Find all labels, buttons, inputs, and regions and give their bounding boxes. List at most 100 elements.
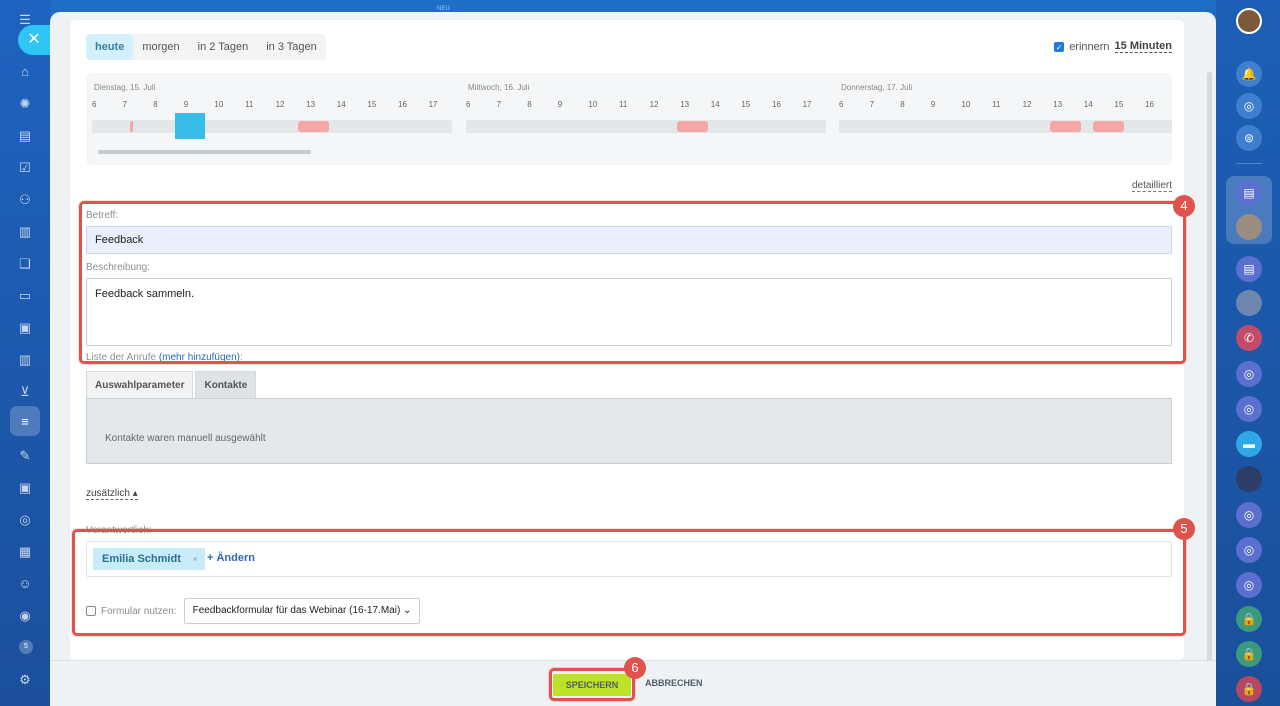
remind-label: erinnern [1069,40,1110,53]
home-icon[interactable]: ⌂ [16,64,34,80]
robot-icon[interactable]: ☺ [16,576,34,592]
close-button[interactable]: ✕ [18,25,50,55]
filter-icon[interactable]: ≡ [16,414,34,430]
busy-slot [1093,121,1124,132]
chart-icon[interactable]: ▥ [16,352,34,368]
lock-icon-3[interactable]: 🔒 [1236,676,1262,702]
timeline-hour-label: 9 [930,100,936,109]
lock-icon[interactable]: 🔒 [1236,606,1262,632]
tasks-icon[interactable]: ☑ [16,160,34,176]
tab-contacts[interactable]: Kontakte [195,371,257,399]
timeline-hour-label: 15 [367,100,377,109]
timeline-hour-label: 17 [802,100,812,109]
right-sidebar: 🔔 ◎ ⊜ ▤ ▤ ✆ ◎ ◎ ▬ ◎ ◎ ◎ 🔒 🔒 🔒 [1216,0,1280,706]
busy-slot [1050,121,1081,132]
cart-icon[interactable]: ⊻ [16,384,34,400]
user-avatar[interactable] [1236,8,1262,34]
selected-time-slot[interactable] [175,113,205,139]
timeline-hour-label: 6 [466,100,471,109]
target-icon[interactable]: ◎ [16,512,34,528]
phone-icon[interactable]: ✆ [1236,325,1262,351]
cancel-button[interactable]: ABBRECHEN [645,678,703,688]
group-avatar[interactable] [1236,290,1262,316]
tab-in-3-days[interactable]: in 3 Tagen [257,34,326,60]
timeline-hour-label: 7 [869,100,875,109]
timeline-hour-label: 14 [336,100,346,109]
timeline-hour-label: 8 [900,100,905,109]
tab-in-2-days[interactable]: in 2 Tagen [189,34,258,60]
timeline-hour-label: 12 [1022,100,1032,109]
settings-icon[interactable]: ⚙ [16,672,34,688]
timeline-hour-label: 17 [428,100,438,109]
goal-icon[interactable]: ◉ [16,608,34,624]
highlight-number-5: 5 [1173,518,1195,540]
chat-notes-icon[interactable]: ▤ [1236,180,1262,206]
user-avatar-3[interactable] [1236,466,1262,492]
remind-time[interactable]: 15 Minuten [1114,40,1172,53]
openline-icon-5[interactable]: ◎ [1236,572,1262,598]
openline-icon[interactable]: ◎ [1236,361,1262,387]
timeline-hour-label: 13 [306,100,316,109]
detailed-link[interactable]: detailliert [1131,180,1172,192]
openline-icon-2[interactable]: ◎ [1236,396,1262,422]
document-icon[interactable]: ▤ [16,128,34,144]
activity-panel: heute morgen in 2 Tagen in 3 Tagen ✓ eri… [50,12,1216,706]
timeline-hour-label: 7 [496,100,502,109]
highlight-number-4: 4 [1173,195,1195,217]
highlight-box-5 [72,529,1186,636]
target-icon[interactable]: ◎ [1236,93,1262,119]
tab-today[interactable]: heute [86,34,134,60]
save-button[interactable]: SPEICHERN [553,674,631,696]
openline-icon-3[interactable]: ◎ [1236,502,1262,528]
planner-timeline[interactable]: Dienstag, 15. Juli 6 7 8 9 10 11 12 13 14 15 16 17 Mi… [86,73,1172,165]
highlight-box-4 [79,201,1186,364]
tab-selection-parameters[interactable]: Auswahlparameter [86,371,194,399]
timeline-hour-label: 6 [92,100,97,109]
contact-tabs: Auswahlparameter Kontakte [86,371,257,399]
tab-tomorrow[interactable]: morgen [133,34,188,60]
day-tabs: heute morgen in 2 Tagen in 3 Tagen [86,34,326,60]
user-avatar-2[interactable] [1236,214,1262,240]
timeline-scrollbar[interactable] [98,150,311,154]
timeline-hour-label: 15 [741,100,751,109]
timeline-hour-label: 10 [214,100,224,109]
chat-notes-icon-2[interactable]: ▤ [1236,256,1262,282]
file-icon[interactable]: ▥ [16,224,34,240]
footer-bar: SPEICHERN 6 ABBRECHEN [50,657,1216,706]
timeline-hour-label: 12 [275,100,285,109]
counter-badge: 5 [19,640,33,654]
timeline-hour-label: 8 [527,100,532,109]
presentation-icon[interactable]: ▣ [16,320,34,336]
bell-icon[interactable]: 🔔 [1236,61,1262,87]
timeline-hour-label: 10 [588,100,598,109]
contacts-icon[interactable]: ⚇ [16,192,34,208]
timeline-hour-label: 12 [649,100,659,109]
timeline-hour-label: 15 [1114,100,1124,109]
calendar-grid-icon[interactable]: ▦ [16,544,34,560]
lock-icon-2[interactable]: 🔒 [1236,641,1262,667]
timeline-hour-label: 9 [557,100,563,109]
timeline-hour-label: 10 [961,100,971,109]
timeline-hour-label: 11 [619,100,628,109]
additional-toggle[interactable]: zusätzlich ▴ [86,488,138,500]
panel-scrollbar[interactable] [1207,72,1212,700]
stream-icon[interactable]: ✺ [16,96,34,112]
timeline-day-label: Dienstag, 15. Juli [94,83,156,92]
card-icon[interactable]: ▭ [16,288,34,304]
timeline-hour-label: 11 [992,100,1001,109]
remind-checkbox[interactable]: ✓ [1054,41,1065,52]
timeline-hour-label: 9 [183,100,189,109]
timeline-hour-label: 13 [680,100,690,109]
search-chat-icon[interactable]: ⊜ [1236,125,1262,151]
id-card-icon[interactable]: ▣ [16,480,34,496]
timeline-day-track[interactable] [92,120,452,133]
busy-slot [130,121,133,132]
timeline-hour-label: 6 [839,100,844,109]
timeline-day-track[interactable] [466,120,826,133]
chat-icon[interactable]: ❏ [16,256,34,272]
openline-icon-4[interactable]: ◎ [1236,537,1262,563]
chat-bubble-icon[interactable]: ▬ [1236,431,1262,457]
timeline-hour-label: 7 [122,100,128,109]
timeline-hour-label: 16 [398,100,407,109]
edit-icon[interactable]: ✎ [16,448,34,464]
